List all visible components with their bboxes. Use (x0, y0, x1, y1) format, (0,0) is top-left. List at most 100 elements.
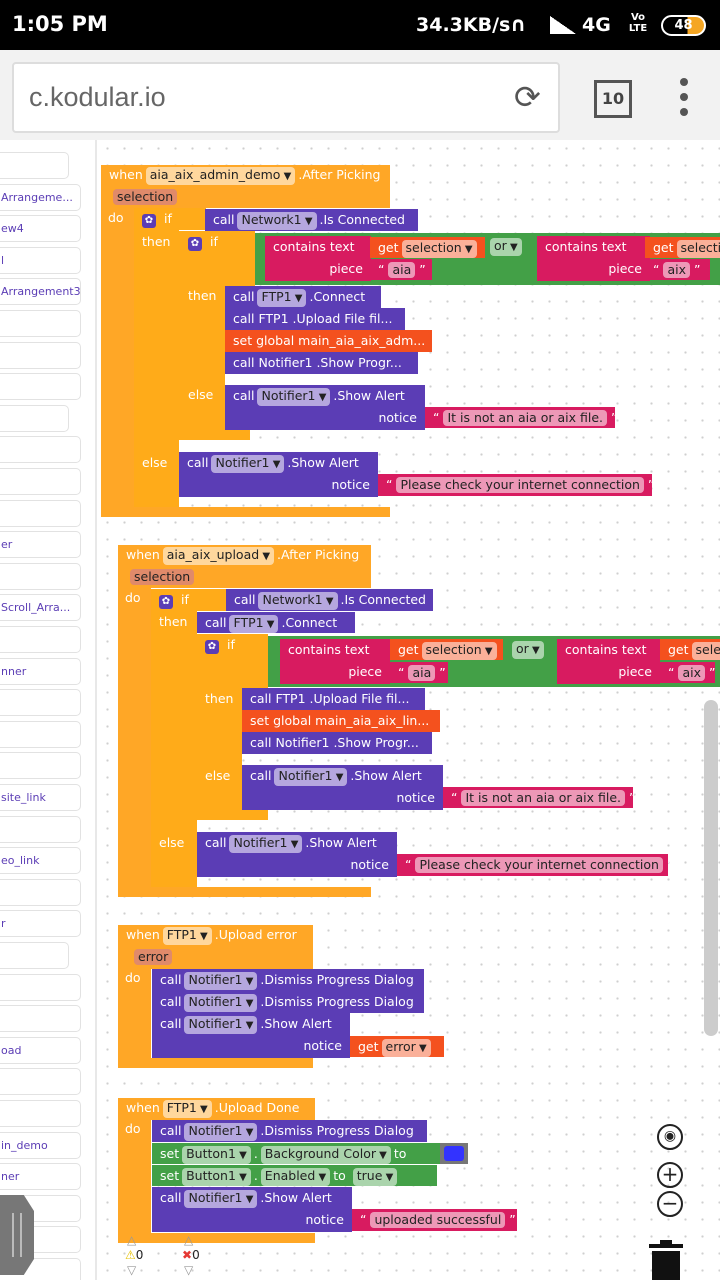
reload-icon[interactable]: ⟳ (514, 78, 541, 116)
warnings-up-arrow[interactable]: △ (127, 1233, 136, 1247)
sidebar-component-item[interactable] (0, 720, 81, 748)
text-check-internet[interactable]: Please check your internet connection (397, 854, 668, 876)
get-error-block[interactable]: get error (350, 1036, 444, 1057)
blocks-workspace[interactable]: whenaia_aix_admin_demo.After Picking sel… (99, 140, 720, 1280)
gear-icon[interactable]: ✿ (205, 640, 219, 654)
component-dropdown[interactable]: aia_aix_upload (162, 547, 275, 565)
trash-icon[interactable] (649, 1240, 683, 1280)
ftp-upload-block[interactable]: call FTP1 .Upload File fil... (242, 688, 425, 710)
text-aia[interactable]: aia (370, 259, 432, 280)
get-selection-block[interactable]: get sele (660, 639, 720, 660)
sidebar-component-item[interactable]: Arrangement3 (0, 278, 81, 306)
vertical-scrollbar[interactable] (704, 700, 718, 1036)
component-dropdown[interactable]: FTP1 (162, 927, 212, 945)
recenter-icon[interactable]: ◉ (657, 1124, 683, 1150)
url-text[interactable]: c.kodular.io (29, 82, 166, 113)
warning-indicator[interactable]: ⚠0 (125, 1248, 143, 1262)
errors-up-arrow[interactable]: △ (184, 1233, 193, 1247)
sidebar-component-item[interactable] (0, 152, 69, 179)
dismiss-progress-block[interactable]: callNotifier1.Dismiss Progress Dialog (152, 991, 424, 1013)
sidebar-component-item[interactable] (0, 1100, 81, 1127)
errors-down-arrow[interactable]: ▽ (184, 1263, 193, 1277)
sidebar-component-item[interactable]: r (0, 910, 81, 938)
gear-icon[interactable]: ✿ (188, 237, 202, 251)
sidebar-component-item[interactable]: eo_link (0, 847, 81, 875)
or-dropdown[interactable]: or (490, 238, 522, 256)
network-dropdown[interactable]: Network1 (237, 212, 317, 230)
show-alert-block[interactable]: callNotifier1.Show Alertnotice (179, 452, 378, 497)
dismiss-progress-block[interactable]: callNotifier1.Dismiss Progress Dialog (152, 969, 424, 991)
network-is-connected-block[interactable]: callNetwork1.Is Connected (205, 209, 418, 231)
sidebar-component-item[interactable] (0, 1068, 81, 1096)
text-check-internet[interactable]: Please check your internet connection (378, 474, 652, 496)
component-dropdown[interactable]: FTP1 (162, 1100, 212, 1118)
ftp-upload-block[interactable]: call FTP1 .Upload File fil... (225, 308, 405, 330)
text-not-aia[interactable]: It is not an aia or aix file. (443, 787, 633, 808)
sidebar-component-item[interactable] (0, 942, 69, 969)
get-selection-block[interactable]: getselection (370, 237, 485, 258)
contains-text-block[interactable]: contains text piece (280, 639, 390, 684)
text-aia[interactable]: aia (390, 662, 448, 683)
sidebar-component-item[interactable] (0, 752, 81, 780)
get-selection-block[interactable]: getselection (645, 237, 720, 258)
show-alert-block[interactable]: callNotifier1.Show Alertnotice (152, 1013, 350, 1058)
sidebar-component-item[interactable]: nner (0, 657, 81, 685)
sidebar-component-item[interactable] (0, 973, 81, 1001)
show-progress-block[interactable]: call Notifier1 .Show Progr... (242, 732, 432, 754)
sidebar-component-item[interactable]: in_demo (0, 1131, 81, 1159)
sidebar-component-item[interactable] (0, 815, 81, 843)
network-is-connected-block[interactable]: callNetwork1.Is Connected (226, 589, 433, 611)
text-uploaded-successful[interactable]: uploaded successful (352, 1209, 517, 1231)
url-bar[interactable]: c.kodular.io ⟳ (12, 62, 560, 133)
sidebar-component-item[interactable]: Scroll_Arra... (0, 594, 81, 622)
sidebar-component-item[interactable]: oad (0, 1036, 81, 1064)
sidebar-component-item[interactable]: ner (0, 1163, 81, 1191)
sidebar-component-item[interactable] (0, 373, 81, 401)
zoom-in-icon[interactable]: + (657, 1162, 683, 1188)
sidebar-component-item[interactable]: er (0, 531, 81, 559)
ftp-connect-block[interactable]: callFTP1.Connect (225, 286, 381, 308)
sidebar-component-item[interactable] (0, 1005, 81, 1033)
drawer-handle[interactable] (0, 1195, 34, 1275)
or-dropdown[interactable]: or (512, 641, 544, 659)
sidebar-component-item[interactable]: ew4 (0, 215, 81, 243)
sidebar-component-item[interactable] (0, 562, 81, 590)
text-aix[interactable]: aix (660, 662, 715, 683)
more-menu-icon[interactable] (680, 78, 688, 123)
show-alert-block[interactable]: callNotifier1.Show Alertnotice (152, 1187, 352, 1232)
show-progress-block[interactable]: call Notifier1 .Show Progr... (225, 352, 418, 374)
sidebar-component-item[interactable] (0, 404, 69, 432)
color-swatch[interactable] (444, 1146, 464, 1161)
text-not-aia[interactable]: It is not an aia or aix file. (425, 407, 615, 428)
sidebar-component-item[interactable] (0, 499, 81, 527)
dismiss-progress-block[interactable]: callNotifier1.Dismiss Progress Dialog (152, 1120, 427, 1142)
set-enabled-block[interactable]: setButton1.Enabledto true (152, 1165, 437, 1186)
zoom-out-icon[interactable]: − (657, 1191, 683, 1217)
param-selection[interactable]: selection (113, 189, 178, 205)
sidebar-component-item[interactable] (0, 878, 81, 906)
sidebar-component-item[interactable]: Arrangeme... (0, 183, 81, 211)
sidebar-component-item[interactable] (0, 341, 81, 369)
component-dropdown[interactable]: aia_aix_admin_demo (145, 167, 296, 185)
ftp-connect-block[interactable]: callFTP1.Connect (197, 612, 355, 633)
error-indicator[interactable]: ✖0 (182, 1248, 200, 1262)
color-block[interactable] (440, 1143, 468, 1164)
sidebar-component-item[interactable] (0, 626, 81, 653)
show-alert-block[interactable]: callNotifier1.Show Alertnotice (242, 765, 443, 810)
true-dropdown[interactable]: true (352, 1168, 398, 1186)
param-selection[interactable]: selection (130, 569, 195, 585)
sidebar-component-item[interactable] (0, 310, 81, 337)
contains-text-block[interactable]: contains text piece (265, 236, 371, 281)
show-alert-block[interactable]: callNotifier1.Show Alertnotice (225, 385, 425, 430)
sidebar-component-item[interactable]: l (0, 246, 81, 274)
set-global-block[interactable]: set global main_aia_aix_adm... (225, 330, 432, 352)
show-alert-block[interactable]: callNotifier1.Show Alertnotice (197, 832, 397, 877)
get-selection-block[interactable]: getselection (390, 639, 503, 660)
gear-icon[interactable]: ✿ (159, 595, 173, 609)
gear-icon[interactable]: ✿ (142, 214, 156, 228)
set-global-block[interactable]: set global main_aia_aix_lin... (242, 710, 440, 732)
tab-switcher-button[interactable]: 10 (594, 80, 632, 118)
sidebar-component-item[interactable] (0, 436, 81, 464)
contains-text-block[interactable]: contains text piece (537, 236, 650, 281)
contains-text-block[interactable]: contains text piece (557, 639, 660, 684)
